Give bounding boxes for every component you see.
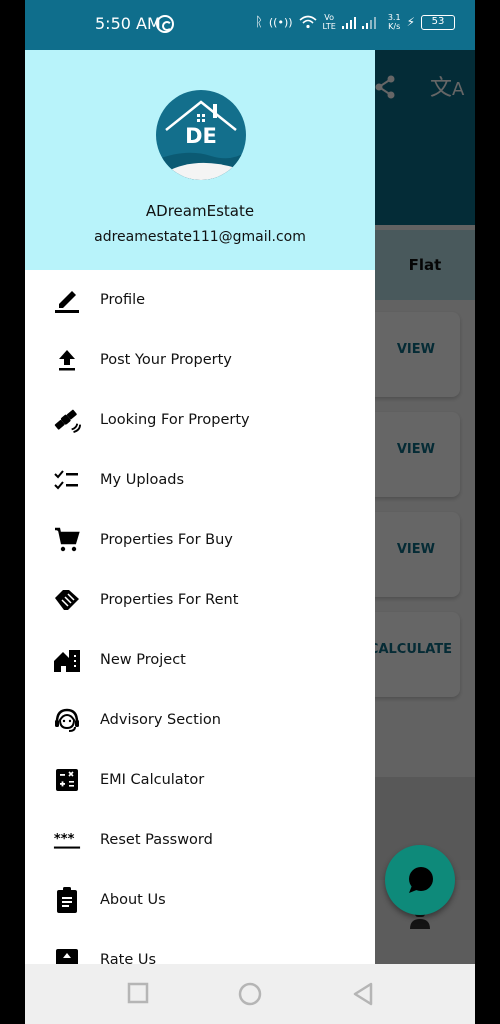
satellite-icon bbox=[53, 406, 81, 434]
menu-label: Reset Password bbox=[100, 832, 213, 848]
logo-text: DE bbox=[185, 124, 217, 148]
menu-label: New Project bbox=[100, 652, 186, 668]
brand-name: ADreamEstate bbox=[145, 202, 255, 220]
status-bar: 5:50 AM ᚱ ((•)) Vo LTE 3.1 K/s ⚡ 53 bbox=[25, 0, 475, 50]
menu-label: Post Your Property bbox=[100, 352, 232, 368]
system-nav-bar bbox=[25, 964, 475, 1024]
user-email: adreamestate111@gmail.com bbox=[94, 229, 306, 245]
menu-label: Properties For Buy bbox=[100, 532, 233, 548]
menu-label: Profile bbox=[100, 292, 146, 308]
menu-item-new-project[interactable]: New Project bbox=[25, 630, 375, 690]
volte-bottom: LTE bbox=[322, 22, 336, 31]
app-logo: DE bbox=[156, 90, 246, 180]
charging-icon: ⚡ bbox=[406, 15, 415, 29]
edit-icon bbox=[53, 286, 81, 314]
status-time: 5:50 AM bbox=[95, 14, 161, 33]
building-icon bbox=[53, 646, 81, 674]
handshake-icon bbox=[53, 586, 81, 614]
menu-label: EMI Calculator bbox=[100, 772, 205, 788]
home-button[interactable] bbox=[238, 982, 262, 1006]
menu-label: Looking For Property bbox=[100, 412, 250, 428]
navigation-drawer: DE ADreamEstate adreamestate111@gmail.co… bbox=[25, 50, 375, 964]
menu-label: My Uploads bbox=[100, 472, 185, 488]
menu-item-about-us[interactable]: About Us bbox=[25, 870, 375, 930]
support-agent-icon bbox=[53, 706, 81, 734]
volte-top: Vo bbox=[324, 13, 335, 22]
cart-icon bbox=[53, 526, 81, 554]
menu-item-rate-us[interactable]: Rate Us bbox=[25, 930, 375, 964]
phone-screen: 5:50 AM ᚱ ((•)) VoLTE 3.1K/s ⚡ 53 文A Fla… bbox=[25, 0, 475, 1024]
menu-label: Rate Us bbox=[100, 952, 157, 964]
rate-icon bbox=[53, 946, 81, 964]
bluetooth-icon: ᚱ bbox=[255, 14, 263, 30]
upload-icon bbox=[53, 346, 81, 374]
drawer-menu: Profile Post Your Property Looking For P… bbox=[25, 270, 375, 964]
menu-item-advisory-section[interactable]: Advisory Section bbox=[25, 690, 375, 750]
calculator-icon bbox=[53, 766, 81, 794]
svg-text:***: *** bbox=[54, 832, 75, 847]
drawer-header: DE ADreamEstate adreamestate111@gmail.co… bbox=[25, 50, 375, 270]
battery-indicator: 53 bbox=[421, 14, 455, 30]
checklist-icon bbox=[53, 466, 81, 494]
menu-label: Properties For Rent bbox=[100, 592, 239, 608]
recents-button[interactable] bbox=[127, 982, 149, 1004]
menu-item-post-property[interactable]: Post Your Property bbox=[25, 330, 375, 390]
sync-icon bbox=[156, 15, 174, 33]
clipboard-icon bbox=[53, 886, 81, 914]
net-speed-value: 3.1 bbox=[387, 13, 401, 22]
chat-fab[interactable] bbox=[385, 845, 455, 915]
back-button[interactable] bbox=[352, 982, 374, 1006]
menu-item-looking-for-property[interactable]: Looking For Property bbox=[25, 390, 375, 450]
wifi-icon bbox=[299, 15, 317, 29]
net-speed: 3.1 K/s bbox=[388, 13, 401, 31]
menu-item-reset-password[interactable]: *** Reset Password bbox=[25, 810, 375, 870]
menu-label: About Us bbox=[100, 892, 166, 908]
menu-item-profile[interactable]: Profile bbox=[25, 270, 375, 330]
hotspot-icon: ((•)) bbox=[268, 15, 293, 29]
volte-indicator: Vo LTE bbox=[323, 13, 336, 31]
menu-item-properties-for-buy[interactable]: Properties For Buy bbox=[25, 510, 375, 570]
net-speed-unit: K/s bbox=[388, 22, 401, 31]
menu-label: Advisory Section bbox=[100, 712, 221, 728]
signal-icon bbox=[341, 17, 376, 29]
menu-item-properties-for-rent[interactable]: Properties For Rent bbox=[25, 570, 375, 630]
menu-item-emi-calculator[interactable]: EMI Calculator bbox=[25, 750, 375, 810]
menu-item-my-uploads[interactable]: My Uploads bbox=[25, 450, 375, 510]
password-icon: *** bbox=[53, 826, 81, 854]
chat-icon bbox=[409, 867, 433, 893]
